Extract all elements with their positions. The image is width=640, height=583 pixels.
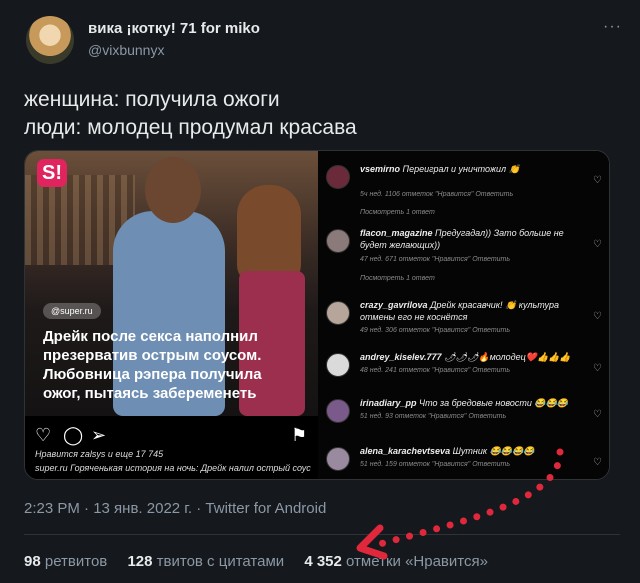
- tweet-stats: 98 ретвитов 128 твитов с цитатами 4 352 …: [24, 553, 504, 570]
- comment-item: vsemirno Переиграл и уничтожил 👏 5ч нед.…: [326, 163, 602, 203]
- comment-avatar: [326, 353, 350, 377]
- author-handle[interactable]: @vixbunnyx: [88, 42, 164, 58]
- likes-count: 4 352: [304, 553, 342, 570]
- comment-item: andrey_kiselev.777 🌶🌶🌶🔥молодец❤️👍👍👍 48 н…: [326, 351, 602, 391]
- comment-user: alena_karachevtseva: [360, 446, 451, 456]
- likes-stat[interactable]: 4 352 отметки «Нравится»: [304, 553, 488, 570]
- comment-body: Шутник 😂😂😂😂: [452, 446, 535, 456]
- comment-body: Что за бредовые новости 😂😂😂: [419, 398, 568, 408]
- comment-user: andrey_kiselev.777: [360, 352, 442, 362]
- tweet-timestamp[interactable]: 2:23 PM · 13 янв. 2022 г. · Twitter for …: [24, 500, 326, 517]
- retweets-count: 98: [24, 553, 41, 570]
- comment-avatar: [326, 301, 350, 325]
- comment-item: irinadiary_pp Что за бредовые новости 😂😂…: [326, 397, 602, 437]
- bookmark-icon: ⚑: [291, 425, 308, 445]
- woman-hair: [237, 185, 301, 285]
- comment-meta: 48 нед. 241 отметок "Нравится" Ответить: [360, 367, 511, 374]
- comment-text: vsemirno Переиграл и уничтожил 👏: [360, 163, 580, 175]
- comment-text: flacon_magazine Предугадал)) Зато больше…: [360, 227, 580, 251]
- heart-icon: ♡: [35, 425, 52, 445]
- author-display-name[interactable]: вика ¡котку! 71 for miko: [88, 20, 260, 37]
- likes-label: отметки «Нравится»: [346, 553, 488, 570]
- more-options-icon[interactable]: ···: [603, 18, 622, 36]
- comment-text: crazy_gavrilova Дрейк красавчик! 👏 культ…: [360, 299, 580, 323]
- see-replies: Посмотреть 1 ответ: [360, 275, 435, 282]
- comment-avatar: [326, 447, 350, 471]
- comment-user: crazy_gavrilova: [360, 300, 428, 310]
- comment-item: crazy_gavrilova Дрейк красавчик! 👏 культ…: [326, 299, 602, 339]
- quotes-stat[interactable]: 128 твитов с цитатами: [127, 553, 284, 570]
- heart-icon: ♡: [593, 311, 602, 322]
- quotes-count: 128: [127, 553, 153, 570]
- retweets-stat[interactable]: 98 ретвитов: [24, 553, 107, 570]
- arrow-head: [356, 524, 388, 560]
- post-photo: S! @super.ru Дрейк после секса наполнил …: [25, 151, 318, 416]
- comment-user: vsemirno: [360, 164, 401, 174]
- comment-user: flacon_magazine: [360, 228, 433, 238]
- quotes-label: твитов с цитатами: [156, 553, 285, 570]
- post-actions: ♡ ◯ ➢ ⚑: [35, 425, 310, 445]
- heart-icon: ♡: [593, 363, 602, 374]
- comment-avatar: [326, 229, 350, 253]
- source-chip: @super.ru: [43, 303, 101, 319]
- comment-avatar: [326, 399, 350, 423]
- instagram-post: S! @super.ru Дрейк после секса наполнил …: [25, 151, 318, 479]
- comments-panel: vsemirno Переиграл и уничтожил 👏 5ч нед.…: [318, 151, 609, 479]
- tweet-text: женщина: получила ожоги люди: молодец пр…: [24, 88, 357, 139]
- comment-text: andrey_kiselev.777 🌶🌶🌶🔥молодец❤️👍👍👍: [360, 351, 580, 363]
- post-headline: Дрейк после секса наполнил презерватив о…: [43, 328, 262, 402]
- divider: [24, 534, 620, 535]
- post-likes: Нравится zalsys и еще 17 745: [35, 449, 164, 459]
- post-caption: super.ru Горяченькая история на ночь: Др…: [35, 463, 313, 473]
- comment-icon: ◯: [63, 425, 84, 445]
- comment-meta: 5ч нед. 1106 отметок "Нравится" Ответить: [360, 191, 514, 198]
- comment-body: 🌶🌶🌶🔥молодец❤️👍👍👍: [444, 352, 571, 362]
- comment-meta: 49 нед. 306 отметок "Нравится" Ответить: [360, 327, 511, 334]
- comment-meta: 47 нед. 671 отметок "Нравится" Ответить: [360, 256, 511, 263]
- man-head: [145, 157, 201, 223]
- comment-item: alena_karachevtseva Шутник 😂😂😂😂 51 нед. …: [326, 445, 602, 479]
- heart-icon: ♡: [593, 409, 602, 420]
- author-avatar[interactable]: [26, 16, 74, 64]
- retweets-label: ретвитов: [44, 553, 108, 570]
- share-icon: ➢: [91, 425, 107, 445]
- comment-body: Переиграл и уничтожил 👏: [402, 164, 520, 174]
- comment-item: flacon_magazine Предугадал)) Зато больше…: [326, 227, 602, 267]
- comment-meta: 51 нед. 93 отметок "Нравится" Ответить: [360, 413, 507, 420]
- comment-avatar: [326, 165, 350, 189]
- comment-meta: 51 нед. 159 отметок "Нравится" Ответить: [360, 461, 511, 468]
- heart-icon: ♡: [593, 457, 602, 468]
- heart-icon: ♡: [593, 239, 602, 250]
- tweet-media[interactable]: S! @super.ru Дрейк после секса наполнил …: [24, 150, 610, 480]
- tweet-header: вика ¡котку! 71 for miko @vixbunnyx ···: [22, 12, 622, 68]
- see-replies: Посмотреть 1 ответ: [360, 209, 435, 216]
- comment-text: irinadiary_pp Что за бредовые новости 😂😂…: [360, 397, 580, 409]
- comment-text: alena_karachevtseva Шутник 😂😂😂😂: [360, 445, 580, 457]
- brand-logo-icon: S!: [37, 159, 67, 187]
- heart-icon: ♡: [593, 175, 602, 186]
- comment-user: irinadiary_pp: [360, 398, 417, 408]
